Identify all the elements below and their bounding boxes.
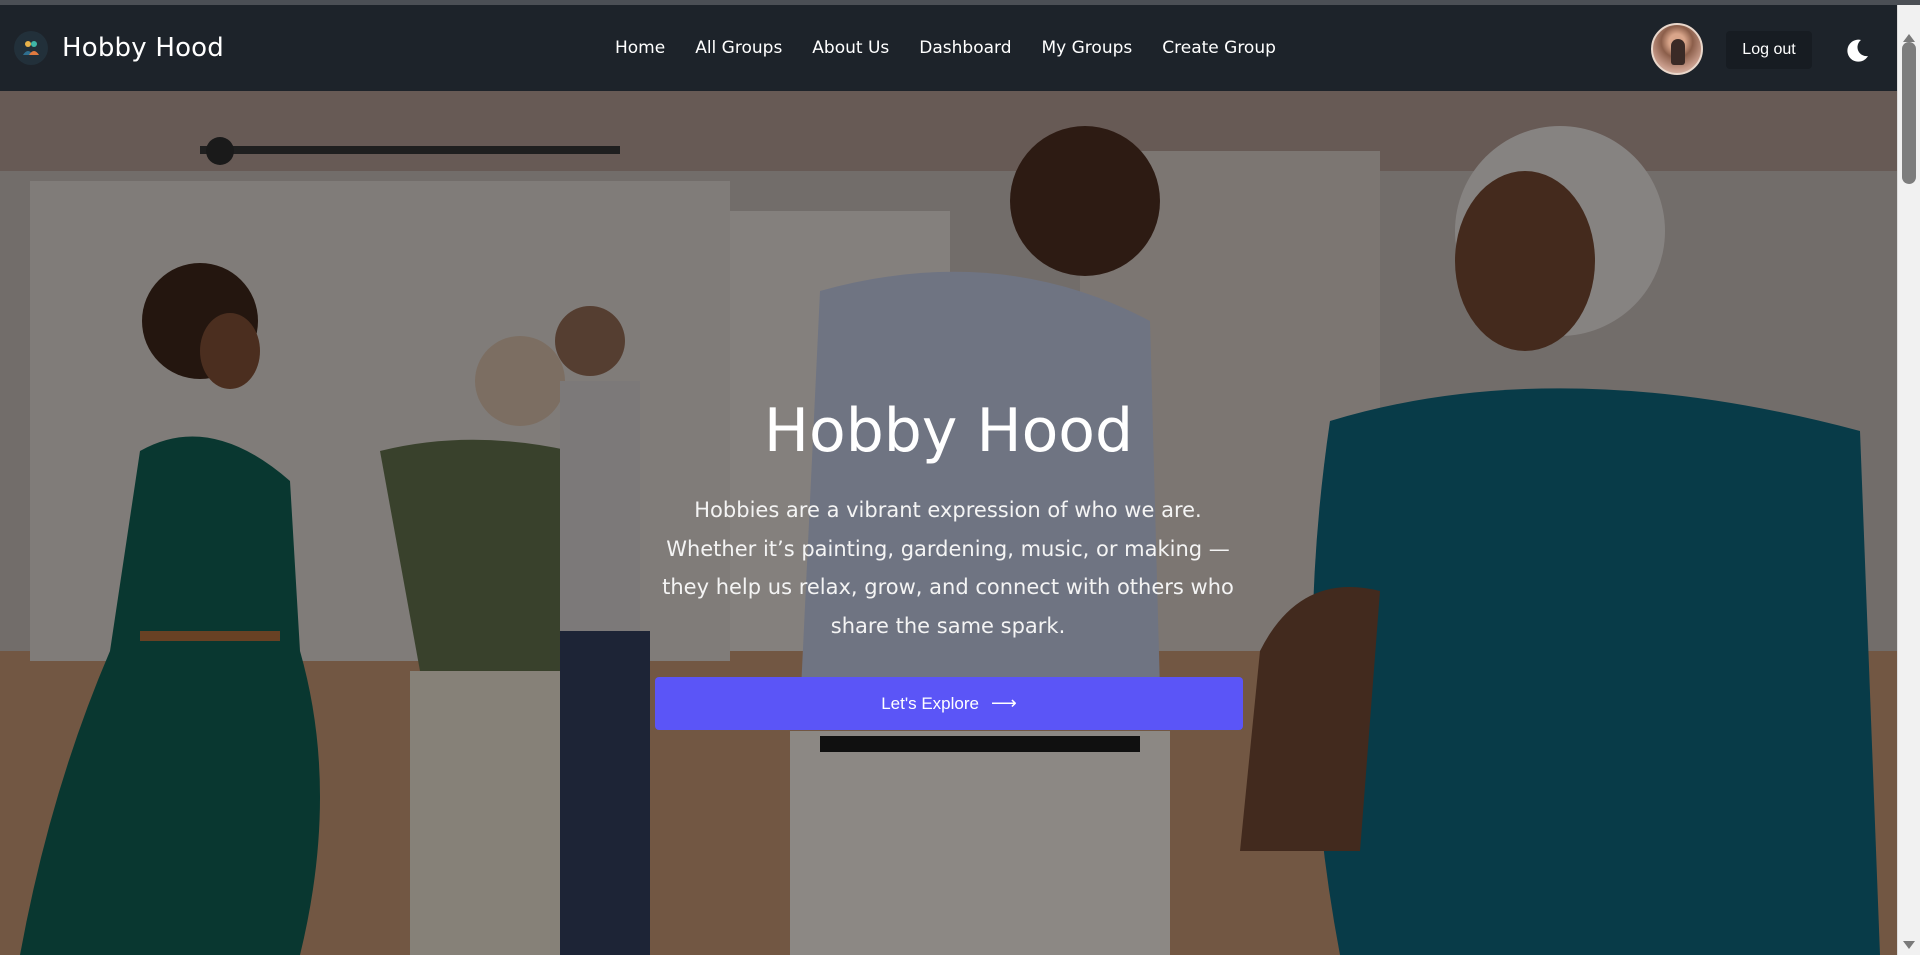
brand[interactable]: Hobby Hood (14, 5, 224, 91)
nav-my-groups[interactable]: My Groups (1027, 38, 1148, 58)
explore-button-label: Let's Explore (881, 693, 979, 713)
nav-create-group[interactable]: Create Group (1147, 38, 1291, 58)
scroll-up-icon[interactable] (1903, 34, 1915, 42)
lets-explore-button[interactable]: Let's Explore ⟶ (655, 677, 1243, 730)
scroll-down-icon[interactable] (1903, 941, 1915, 949)
nav-dashboard[interactable]: Dashboard (904, 38, 1026, 58)
logout-button[interactable]: Log out (1726, 31, 1812, 69)
nav-all-groups[interactable]: All Groups (680, 38, 797, 58)
moon-icon[interactable] (1843, 37, 1871, 65)
hobby-hood-logo-icon (14, 31, 48, 65)
hero-section: Hobby Hood Hobbies are a vibrant express… (0, 91, 1897, 955)
nav-home[interactable]: Home (600, 38, 680, 58)
arrow-right-icon: ⟶ (990, 693, 1017, 713)
nav-about-us[interactable]: About Us (797, 38, 904, 58)
navbar: Hobby Hood Home All Groups About Us Dash… (0, 5, 1897, 91)
user-avatar[interactable] (1651, 23, 1703, 75)
hero-title: Hobby Hood (763, 396, 1134, 466)
page-scrollbar[interactable] (1897, 5, 1920, 955)
hero-description: Hobbies are a vibrant expression of who … (662, 498, 1234, 638)
brand-name: Hobby Hood (62, 33, 224, 63)
avatar-figure (1671, 39, 1685, 65)
main-nav: Home All Groups About Us Dashboard My Gr… (600, 5, 1291, 91)
scroll-thumb[interactable] (1902, 42, 1916, 184)
hero-content: Hobby Hood Hobbies are a vibrant express… (0, 91, 1897, 955)
